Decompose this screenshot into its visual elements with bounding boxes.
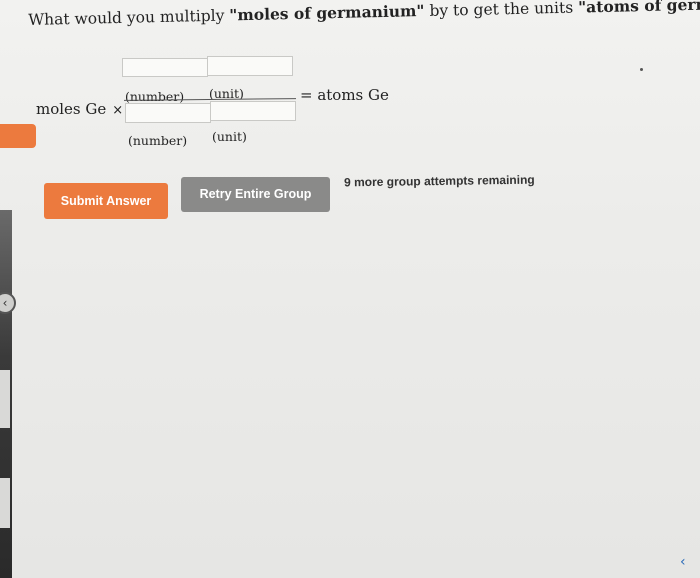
times-symbol: × <box>112 103 124 118</box>
question-page: What would you multiply "moles of german… <box>0 0 700 578</box>
denominator-unit-label: (unit) <box>212 129 247 144</box>
rail-block-lower <box>0 478 10 528</box>
retry-entire-group-button[interactable]: Retry Entire Group <box>181 177 330 212</box>
question-from-units: "moles of germanium" <box>229 1 425 25</box>
numerator-number-input[interactable] <box>122 58 208 77</box>
left-sidebar-rail <box>0 210 12 578</box>
equation-lhs: moles Ge × <box>36 100 123 118</box>
submit-answer-button[interactable]: Submit Answer <box>44 183 168 219</box>
rail-block-upper <box>0 370 10 428</box>
question-to-units: "atoms of germanium" <box>577 0 700 17</box>
question-prefix: What would you multiply <box>28 6 230 29</box>
numerator-number-label: (number) <box>125 89 185 104</box>
screen-speck <box>640 68 643 71</box>
denominator-number-input[interactable] <box>125 103 211 123</box>
numerator-unit-input[interactable] <box>207 56 293 76</box>
denominator-unit-input[interactable] <box>210 101 296 121</box>
question-middle: by to get the units <box>424 0 579 21</box>
denominator-number-label: (number) <box>128 133 188 148</box>
lhs-units: moles Ge <box>36 100 107 118</box>
attempts-remaining-text: 9 more group attempts remaining <box>343 172 535 190</box>
question-prompt: What would you multiply "moles of german… <box>28 0 700 29</box>
equation-rhs: = atoms Ge <box>300 86 389 104</box>
chevron-left-icon[interactable]: ‹ <box>680 554 700 574</box>
side-orange-tab[interactable] <box>0 124 36 148</box>
